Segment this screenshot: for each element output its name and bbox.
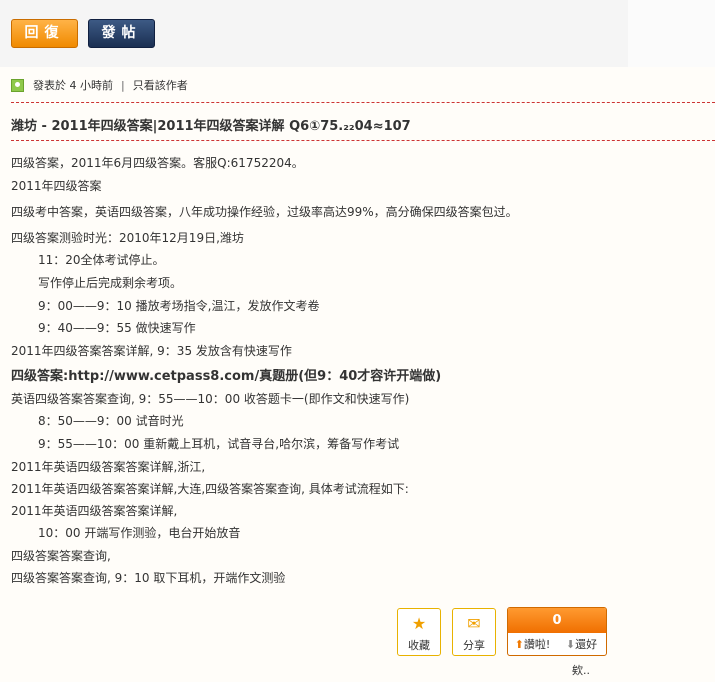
post-line: 四级答案测验时光：2010年12月19日,潍坊	[11, 231, 244, 245]
post-line: 英语四级答案答案查询, 9：55——10：00 收答题卡一(即作文和快速写作)	[11, 392, 410, 406]
post-line: 9：00——9：10 播放考场指令,温江，发放作文考卷	[38, 299, 320, 313]
only-author-link[interactable]: 只看該作者	[133, 77, 188, 93]
favorite-label: 收藏	[408, 639, 430, 652]
posted-time: 發表於 4 小時前	[33, 79, 113, 92]
share-button[interactable]: ✉ 分享	[452, 608, 496, 656]
post-line: 11：20全体考试停止。	[38, 253, 165, 267]
post-meta: 發表於 4 小時前 | 只看該作者	[11, 77, 188, 93]
thumb-down-icon: ⬇	[565, 638, 576, 651]
star-icon: ★	[411, 614, 427, 633]
vote-up-label: 讚啦!	[523, 638, 551, 651]
user-icon	[11, 78, 24, 92]
favorite-button[interactable]: ★ 收藏	[397, 608, 441, 656]
post-line: 10：00 开端写作测验，电台开始放音	[38, 526, 241, 540]
toolbar-edge	[628, 0, 715, 67]
share-icon: ✉	[467, 614, 481, 633]
meta-divider: |	[121, 78, 125, 92]
divider-top	[11, 102, 715, 103]
post-line: 2011年四级答案答案详解, 9：35 发放含有快速写作	[11, 344, 292, 358]
post-line: 2011年英语四级答案答案详解,大连,四级答案答案查询, 具体考试流程如下:	[11, 482, 409, 496]
post-line: 四级答案答案查询,	[11, 549, 111, 563]
post-line: 9：55——10：00 重新戴上耳机，试音寻台,哈尔滨，筹备写作考试	[38, 437, 400, 451]
vote-down-button[interactable]: ⬇還好	[557, 636, 606, 652]
post-line: 2011年英语四级答案答案详解,	[11, 504, 178, 518]
post-line: 四级答案答案查询, 9：10 取下耳机，开端作文测验	[11, 571, 286, 585]
new-post-button[interactable]: 發帖	[88, 19, 155, 48]
vote-up-button[interactable]: ⬆讚啦!	[508, 636, 557, 652]
post-line: 四级答案，2011年6月四级答案。客服Q:61752204。	[11, 156, 304, 170]
post-line: 写作停止后完成剩余考项。	[38, 276, 183, 290]
share-label: 分享	[463, 639, 485, 652]
post-line-link[interactable]: 四级答案:http://www.cetpass8.com/真题册(但9：40才容…	[11, 365, 441, 384]
post-line: 2011年四级答案	[11, 179, 102, 193]
post-line: 8：50——9：00 试音时光	[38, 414, 184, 428]
post-line: 2011年英语四级答案答案详解,浙江,	[11, 460, 206, 474]
reply-button[interactable]: 回復	[11, 19, 78, 48]
post-line: 9：40——9：55 做快速写作	[38, 321, 196, 335]
divider-title	[11, 140, 715, 141]
vote-box: 0 ⬆讚啦! ⬇還好	[507, 607, 607, 656]
thumb-up-icon: ⬆	[514, 638, 524, 651]
vote-down-label: 還好	[575, 638, 598, 651]
post-line: 四级考中答案，英语四级答案，八年成功操作经验，过级率高达99%，高分确保四级答案…	[11, 205, 518, 219]
vote-count: 0	[508, 608, 606, 633]
tail-text: 欸..	[572, 664, 590, 677]
post-title: 潍坊 - 2011年四级答案|2011年四级答案详解 Q6①75.₂₂04≈10…	[11, 119, 411, 134]
